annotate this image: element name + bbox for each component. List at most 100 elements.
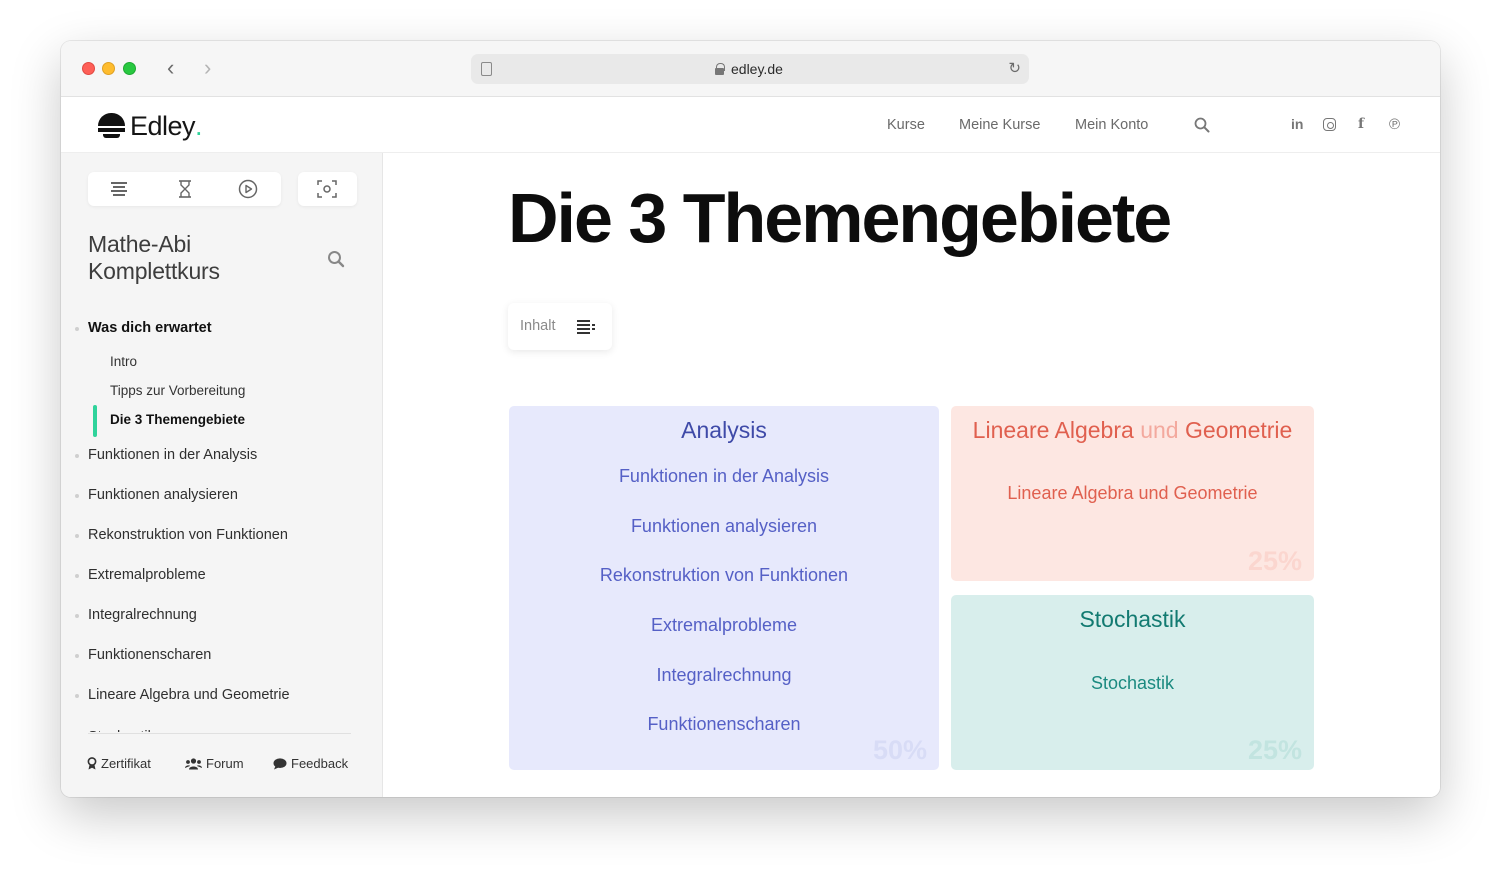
- edley-logo[interactable]: Edley.: [98, 110, 203, 142]
- card-title-part1: Lineare Algebra: [972, 417, 1134, 443]
- page-title: Die 3 Themengebiete: [508, 179, 1172, 257]
- bullet-dot: [75, 614, 79, 618]
- logo-dot: .: [195, 110, 203, 141]
- logo-text: Edley: [130, 110, 196, 141]
- facebook-icon[interactable]: f: [1358, 116, 1364, 132]
- focus-mode-button[interactable]: [298, 172, 357, 206]
- forum-link[interactable]: Forum: [185, 756, 244, 771]
- feedback-label: Feedback: [291, 756, 349, 771]
- instagram-icon[interactable]: [1323, 118, 1336, 131]
- chapter-label: Rekonstruktion von Funktionen: [88, 527, 288, 543]
- chapter-label: Funktionen analysieren: [88, 487, 238, 503]
- bullet-dot: [75, 694, 79, 698]
- address-bar[interactable]: edley.de ↻: [471, 54, 1029, 84]
- close-window-button[interactable]: [82, 62, 95, 75]
- current-lesson-indicator: [93, 405, 97, 437]
- sidebar-chapter-cut-off[interactable]: Stochastik: [88, 723, 155, 732]
- chapter-label: Integralrechnung: [88, 607, 197, 623]
- bullet-dot: [75, 534, 79, 538]
- minimize-window-button[interactable]: [102, 62, 115, 75]
- topic-link[interactable]: Integralrechnung: [509, 665, 939, 686]
- table-of-contents-button[interactable]: Inhalt: [508, 303, 612, 350]
- topic-card-analysis: Analysis Funktionen in der Analysis Funk…: [509, 406, 939, 770]
- back-arrow-icon[interactable]: ‹: [167, 55, 174, 81]
- speech-bubble-icon: [273, 757, 287, 769]
- forward-arrow-icon[interactable]: ›: [204, 55, 211, 81]
- browser-window: ‹ › edley.de ↻ Edley. Kurse Meine Kurse …: [61, 41, 1440, 797]
- sidebar-chapter[interactable]: Funktionen in der Analysis: [75, 447, 258, 463]
- chapter-label: Extremalprobleme: [88, 567, 206, 583]
- weight-percent: 25%: [1247, 546, 1302, 576]
- sidebar-chapter[interactable]: Lineare Algebra und Geometrie: [75, 687, 290, 703]
- forum-label: Forum: [206, 756, 244, 771]
- course-title-line2: Komplettkurs: [88, 258, 220, 284]
- course-title: Mathe-Abi Komplettkurs: [88, 231, 220, 285]
- course-title-line1: Mathe-Abi: [88, 231, 192, 257]
- toc-list-icon: [577, 320, 595, 334]
- bullet-dot: [75, 454, 79, 458]
- search-icon[interactable]: [1194, 117, 1210, 133]
- browser-toolbar: ‹ › edley.de ↻: [61, 41, 1440, 97]
- sidebar-toolbar: [88, 172, 281, 206]
- sidebar-chapter-was-dich-erwartet[interactable]: Was dich erwartet: [75, 320, 212, 336]
- card-title: Stochastik: [1079, 606, 1186, 632]
- course-sidebar: Mathe-Abi Komplettkurs Was dich erwartet…: [61, 153, 383, 797]
- sidebar-chapter[interactable]: Rekonstruktion von Funktionen: [75, 527, 288, 543]
- weight-percent: 50%: [872, 735, 927, 765]
- card-title-und: und: [1140, 417, 1179, 443]
- chapter-label: Funktionenscharen: [88, 647, 212, 663]
- topic-card-stochastik: Stochastik Stochastik 25%: [951, 595, 1314, 770]
- sidebar-divider: [88, 733, 351, 734]
- reader-page-icon[interactable]: [481, 62, 492, 76]
- bullet-dot: [75, 574, 79, 578]
- url-text: edley.de: [731, 61, 783, 77]
- bullet-dot: [75, 494, 79, 498]
- nav-meine-kurse[interactable]: Meine Kurse: [959, 117, 1040, 133]
- users-icon: [185, 757, 202, 769]
- sidebar-chapter[interactable]: Funktionenscharen: [75, 647, 212, 663]
- toc-label: Inhalt: [520, 318, 556, 334]
- hourglass-icon[interactable]: [174, 179, 196, 199]
- maximize-window-button[interactable]: [123, 62, 136, 75]
- chapter-label: Funktionen in der Analysis: [88, 447, 258, 463]
- lock-icon: [715, 63, 725, 75]
- focus-scan-icon: [317, 180, 337, 198]
- sidebar-subitem-tipps[interactable]: Tipps zur Vorbereitung: [110, 383, 245, 398]
- sidebar-search-icon[interactable]: [327, 250, 345, 268]
- reload-icon[interactable]: ↻: [1008, 59, 1021, 77]
- nav-mein-konto[interactable]: Mein Konto: [1075, 117, 1148, 133]
- list-icon[interactable]: [109, 179, 131, 199]
- sidebar-chapter[interactable]: Extremalprobleme: [75, 567, 206, 583]
- chapter-label: Was dich erwartet: [88, 320, 212, 336]
- edley-logo-mark-icon: [98, 112, 125, 140]
- award-icon: [87, 757, 97, 770]
- zertifikat-label: Zertifikat: [101, 756, 151, 771]
- card-title: Lineare Algebra und Geometrie: [951, 417, 1314, 444]
- bullet-dot: [75, 327, 79, 331]
- topic-link[interactable]: Stochastik: [951, 673, 1314, 694]
- topic-link[interactable]: Extremalprobleme: [509, 615, 939, 636]
- topic-link[interactable]: Rekonstruktion von Funktionen: [509, 565, 939, 586]
- topic-link[interactable]: Funktionenscharen: [509, 714, 939, 735]
- sidebar-subitem-current[interactable]: Die 3 Themengebiete: [110, 412, 245, 427]
- card-title: Analysis: [681, 417, 767, 443]
- lesson-content: Die 3 Themengebiete Inhalt Analysis Funk…: [384, 153, 1440, 797]
- linkedin-icon[interactable]: in: [1291, 116, 1303, 132]
- card-title-part2: Geometrie: [1184, 417, 1293, 443]
- topic-card-lineare-algebra: Lineare Algebra und Geometrie Lineare Al…: [951, 406, 1314, 581]
- pinterest-icon[interactable]: ℗: [1389, 116, 1400, 133]
- sidebar-subitem-intro[interactable]: Intro: [110, 354, 137, 369]
- chapter-label: Lineare Algebra und Geometrie: [88, 687, 290, 703]
- site-header: Edley. Kurse Meine Kurse Mein Konto in f…: [61, 98, 1440, 153]
- nav-kurse[interactable]: Kurse: [887, 117, 925, 133]
- zertifikat-link[interactable]: Zertifikat: [87, 756, 151, 771]
- play-circle-icon[interactable]: [237, 179, 259, 199]
- sidebar-chapter[interactable]: Integralrechnung: [75, 607, 197, 623]
- weight-percent: 25%: [1247, 735, 1302, 765]
- topic-link[interactable]: Funktionen analysieren: [509, 516, 939, 537]
- topic-link[interactable]: Funktionen in der Analysis: [509, 466, 939, 487]
- sidebar-chapter[interactable]: Funktionen analysieren: [75, 487, 238, 503]
- topic-link[interactable]: Lineare Algebra und Geometrie: [951, 483, 1314, 504]
- feedback-link[interactable]: Feedback: [273, 756, 348, 771]
- bullet-dot: [75, 654, 79, 658]
